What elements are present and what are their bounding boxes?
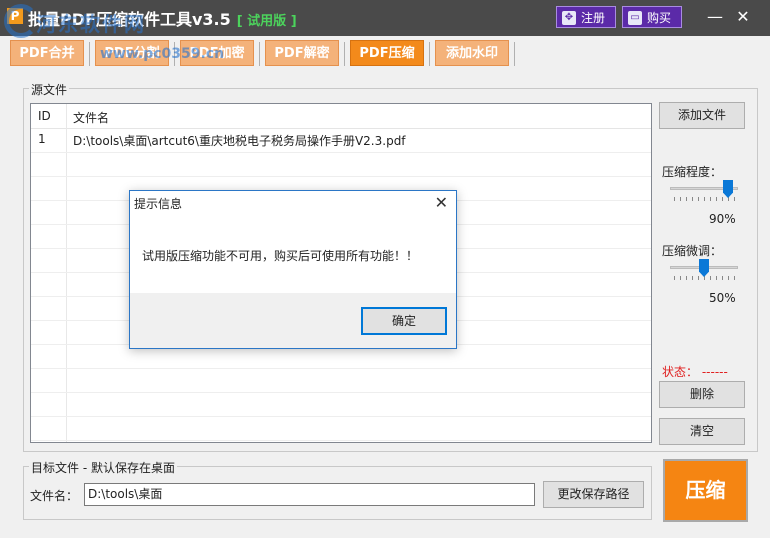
slider-tick [680, 197, 681, 201]
tab-encrypt[interactable]: PDF加密 [180, 40, 254, 66]
slider-tick [698, 197, 699, 201]
table-row[interactable]: 1 D:\tools\桌面\artcut6\重庆地税电子税务局操作手册V2.3.… [31, 128, 651, 153]
tab-divider [429, 42, 430, 66]
status-value: ------ [701, 365, 728, 379]
tab-divider [514, 42, 515, 66]
row-filename: D:\tools\桌面\artcut6\重庆地税电子税务局操作手册V2.3.pd… [73, 134, 406, 148]
slider-tick [734, 197, 735, 201]
trial-badge: [ 试用版 ] [236, 14, 297, 29]
title-bar: P 批量PDF压缩软件工具v3.5 [ 试用版 ] ✥ 注册 ▭ 购买 — ✕ [0, 0, 770, 36]
compress-level-ticks [674, 197, 735, 201]
tab-divider [89, 42, 90, 66]
table-row-empty [31, 416, 651, 441]
file-name-label: 文件名： [30, 489, 79, 503]
table-row-empty [31, 392, 651, 417]
tab-split[interactable]: PDF分割 [95, 40, 169, 66]
slider-tick [710, 276, 711, 280]
tab-divider [259, 42, 260, 66]
destination-label: 目标文件 - 默认保存在桌面 [29, 459, 177, 476]
dialog-ok-button[interactable]: 确定 [361, 307, 447, 335]
slider-tick [686, 276, 687, 280]
slider-tick [674, 197, 675, 201]
dialog-message: 试用版压缩功能不可用，购买后可使用所有功能！！ [142, 249, 419, 263]
fine-tune-label: 压缩微调： [662, 244, 723, 258]
slider-tick [680, 276, 681, 280]
column-filename[interactable]: 文件名 [73, 109, 109, 126]
change-save-path-button[interactable]: 更改保存路径 [543, 481, 644, 508]
row-id: 1 [38, 132, 46, 146]
cart-icon: ▭ [628, 11, 642, 25]
slider-tick [686, 197, 687, 201]
register-button[interactable]: ✥ 注册 [556, 6, 616, 28]
app-title-text: 批量PDF压缩软件工具v3.5 [28, 10, 231, 29]
tab-compress[interactable]: PDF压缩 [350, 40, 424, 66]
add-file-button[interactable]: 添加文件 [659, 102, 745, 129]
register-label: 注册 [581, 11, 606, 25]
slider-tick [698, 276, 699, 280]
buy-label: 购买 [647, 11, 672, 25]
status-label: 状态： [662, 365, 699, 379]
file-list-header: ID 文件名 [31, 104, 651, 129]
app-title: 批量PDF压缩软件工具v3.5 [ 试用版 ] [28, 6, 297, 30]
slider-tick [704, 197, 705, 201]
slider-tick [722, 276, 723, 280]
tab-decrypt[interactable]: PDF解密 [265, 40, 339, 66]
delete-button[interactable]: 删除 [659, 381, 745, 408]
minimize-button[interactable]: — [704, 6, 726, 28]
tab-divider [174, 42, 175, 66]
buy-button[interactable]: ▭ 购买 [622, 6, 682, 28]
source-files-label: 源文件 [29, 81, 70, 98]
close-window-button[interactable]: ✕ [732, 6, 754, 28]
slider-tick [692, 276, 693, 280]
save-path-input[interactable]: D:\tools\桌面 [84, 483, 535, 506]
slider-tick [734, 276, 735, 280]
table-row-empty [31, 152, 651, 177]
clear-button[interactable]: 清空 [659, 418, 745, 445]
tab-bar: PDF合并 PDF分割 PDF加密 PDF解密 PDF压缩 添加水印 [0, 36, 770, 72]
status-text: 状态： ------ [662, 363, 728, 380]
slider-tick [710, 197, 711, 201]
message-dialog: 提示信息 ✕ 试用版压缩功能不可用，购买后可使用所有功能！！ 确定 [129, 190, 457, 349]
slider-tick [674, 276, 675, 280]
compress-level-label: 压缩程度： [662, 165, 723, 179]
slider-tick [692, 197, 693, 201]
slider-tick [716, 276, 717, 280]
tab-merge[interactable]: PDF合并 [10, 40, 84, 66]
app-logo-icon: P [7, 8, 23, 24]
column-id[interactable]: ID [38, 109, 51, 123]
slider-tick [728, 276, 729, 280]
slider-tick [722, 197, 723, 201]
fine-tune-value: 50% [709, 291, 736, 305]
compress-level-value: 90% [709, 212, 736, 226]
slider-tick [716, 197, 717, 201]
dialog-close-icon[interactable]: ✕ [435, 193, 448, 212]
tab-divider [344, 42, 345, 66]
tab-watermark[interactable]: 添加水印 [435, 40, 509, 66]
dialog-body: 试用版压缩功能不可用，购买后可使用所有功能！！ [130, 221, 456, 293]
compress-button[interactable]: 压缩 [663, 459, 748, 522]
dialog-title: 提示信息 [134, 197, 183, 211]
register-icon: ✥ [562, 11, 576, 25]
table-row-empty [31, 368, 651, 393]
